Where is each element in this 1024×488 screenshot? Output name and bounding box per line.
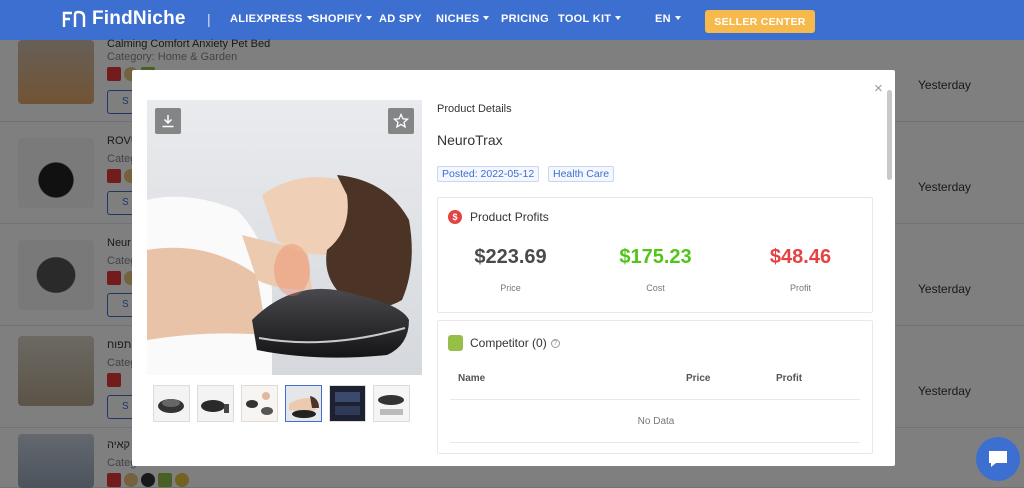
thumbnail-image (154, 386, 189, 421)
cost-label: Cost (646, 283, 665, 293)
top-navbar: FindNiche | ALIEXPRESS SHOPIFY AD SPY NI… (0, 0, 1024, 40)
profit-value: $48.46 (769, 246, 832, 268)
language-selector[interactable]: EN (655, 13, 681, 25)
chevron-down-icon (366, 16, 373, 20)
download-button[interactable] (155, 108, 181, 134)
chat-icon (989, 451, 1007, 467)
modal-scrollbar[interactable] (887, 90, 892, 180)
thumbnail-image (374, 386, 409, 421)
competitor-title: Competitor (0) (470, 336, 547, 350)
product-profits-card: $ Product Profits $223.69 Price $175.23 … (437, 197, 873, 313)
price-value: $223.69 (474, 246, 547, 268)
product-main-image (147, 100, 422, 375)
thumbnail[interactable] (241, 385, 278, 422)
dollar-icon: $ (448, 210, 462, 224)
posted-date-tag: Posted: 2022-05-12 (437, 166, 540, 182)
chevron-down-icon (615, 16, 622, 20)
nav-pricing[interactable]: PRICING (501, 13, 549, 25)
favorite-button[interactable] (388, 108, 414, 134)
chat-button[interactable] (976, 437, 1020, 481)
nav-shopify[interactable]: SHOPIFY (312, 13, 373, 25)
logo-icon (62, 10, 86, 27)
price-label: Price (500, 283, 521, 293)
thumbnail[interactable] (153, 385, 190, 422)
product-photo (147, 100, 422, 375)
nav-separator: | (207, 11, 211, 27)
help-icon[interactable]: ? (550, 338, 560, 348)
nav-niches[interactable]: NICHES (436, 13, 490, 25)
column-header-name[interactable]: Name (458, 373, 485, 384)
thumbnail[interactable] (373, 385, 410, 422)
competitor-card: Competitor (0) ? Name Price Profit No Da… (437, 320, 873, 454)
column-header-profit[interactable]: Profit (776, 373, 802, 384)
chevron-down-icon (483, 16, 490, 20)
nav-aliexpress[interactable]: ALIEXPRESS (230, 13, 313, 25)
cost-metric: $175.23 Cost (583, 246, 728, 293)
profits-header: $ Product Profits (448, 210, 549, 224)
product-name: NeuroTrax (437, 132, 503, 148)
thumbnail-image (198, 386, 233, 421)
star-icon (393, 113, 409, 129)
thumbnail-image (242, 386, 277, 421)
profits-title: Product Profits (470, 210, 549, 224)
thumbnail-image (286, 386, 321, 421)
column-header-price[interactable]: Price (686, 373, 710, 384)
nav-tool-kit[interactable]: TOOL KIT (558, 13, 622, 25)
category-tag[interactable]: Health Care (548, 166, 615, 182)
cost-value: $175.23 (619, 246, 692, 268)
thumbnail[interactable] (329, 385, 366, 422)
competitor-header: Competitor (0) ? (448, 335, 560, 351)
price-metric: $223.69 Price (438, 246, 583, 293)
seller-center-button[interactable]: SELLER CENTER (705, 10, 815, 33)
thumbnail-selected[interactable] (285, 385, 322, 422)
section-label: Product Details (437, 103, 512, 115)
download-icon (162, 115, 174, 128)
table-divider (450, 399, 860, 400)
empty-state: No Data (637, 416, 675, 427)
table-divider (450, 442, 860, 443)
thumbnail-image (330, 386, 365, 421)
thumbnail-strip (153, 385, 410, 422)
logo-text: FindNiche (92, 8, 186, 29)
findniche-logo[interactable]: FindNiche (62, 8, 186, 30)
nav-ad-spy[interactable]: AD SPY (379, 13, 422, 25)
profit-label: Profit (789, 283, 811, 293)
close-icon[interactable]: × (874, 80, 883, 97)
thumbnail[interactable] (197, 385, 234, 422)
product-details-modal: × Product Details NeuroTrax Posted: 2022… (132, 70, 895, 466)
chevron-down-icon (674, 16, 681, 20)
shopify-bag-icon (448, 335, 463, 351)
profit-metric: $48.46 Profit (728, 246, 873, 293)
